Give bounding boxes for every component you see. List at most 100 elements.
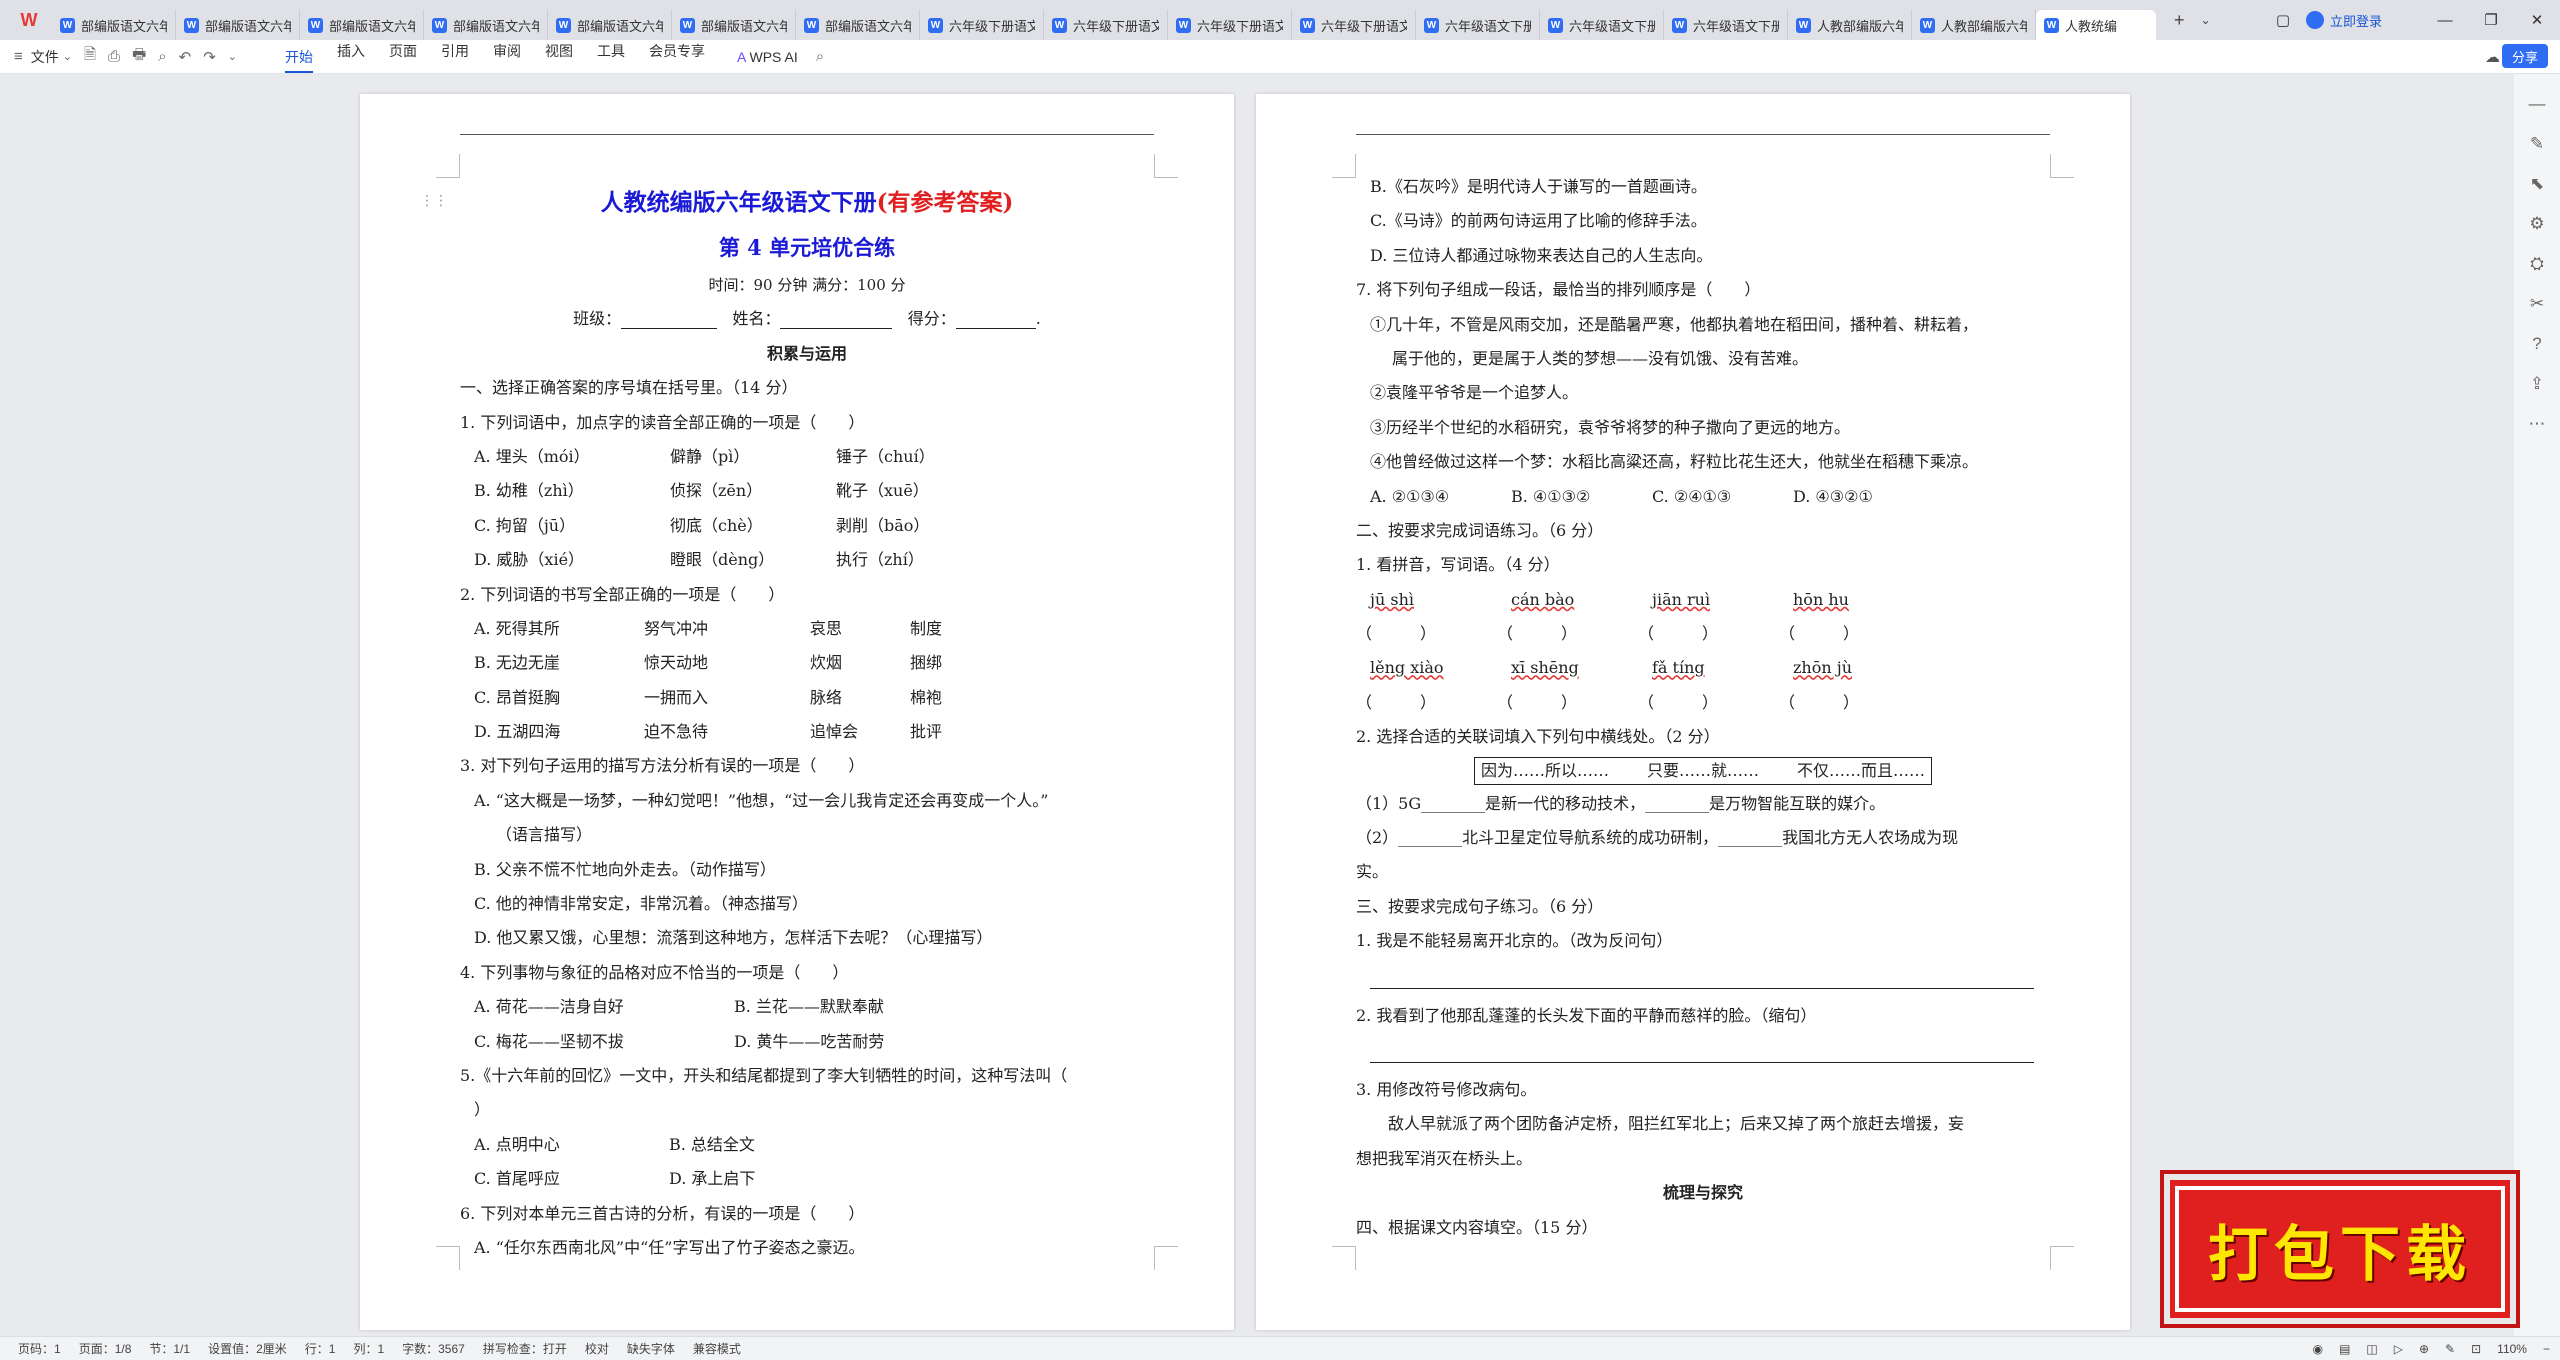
cloud-icon[interactable]: ☁ [2485, 48, 2500, 66]
document-tab[interactable]: W 六年级语文下册 [1540, 10, 1664, 40]
document-tab[interactable]: W 部编版语文六年 [300, 10, 424, 40]
doc-icon: W [2044, 17, 2059, 33]
settings-icon[interactable]: ⚙ [2529, 214, 2544, 234]
ribbon-tab[interactable]: 审阅 [493, 41, 521, 73]
edit-icon[interactable]: ✎ [2445, 1342, 2455, 1356]
play-icon[interactable]: ▷ [2394, 1342, 2403, 1356]
document-tab[interactable]: W 人教部编版六年 [1912, 10, 2036, 40]
status-spell-check[interactable]: 拼写检查：打开 [483, 1340, 567, 1357]
document-tab[interactable]: W 部编版语文六年 [672, 10, 796, 40]
q1-option: 僻静（pì） [670, 446, 750, 466]
minimize-icon[interactable]: — [2422, 12, 2468, 29]
zoom-level[interactable]: 110% [2497, 1342, 2527, 1356]
new-tab-icon[interactable]: + [2174, 10, 2185, 31]
answer-blank[interactable]: （ ） [1356, 686, 1497, 720]
student-info: 班级： 姓名： 得分：. [573, 309, 1041, 329]
restore-icon[interactable]: ❐ [2468, 11, 2514, 29]
question-1: 1. 下列词语中，加点字的读音全部正确的一项是（ ） [460, 412, 865, 432]
wps-ai-button[interactable]: A WPS AI [737, 49, 798, 65]
login-button[interactable]: 立即登录 [2305, 11, 2382, 30]
document-tab[interactable]: W 六年级下册语文 [920, 10, 1044, 40]
status-proof[interactable]: 校对 [585, 1340, 609, 1357]
document-tab[interactable]: W 六年级语文下册 [1664, 10, 1788, 40]
tile-icon[interactable]: ▢ [2260, 11, 2306, 29]
redo-icon[interactable]: ↷ [203, 48, 216, 66]
login-label: 立即登录 [2329, 13, 2382, 29]
ribbon-tab[interactable]: 会员专享 [649, 41, 705, 73]
print-icon[interactable]: 🖶 [132, 44, 146, 69]
wps-logo-icon[interactable]: W [16, 7, 42, 33]
chevron-down-icon[interactable]: ⌄ [2201, 13, 2211, 27]
status-right: ◉ ▤ ◫ ▷ ⊕ ✎ ⊡ 110% − [2297, 1342, 2550, 1356]
chevron-down-icon[interactable]: ⌄ [63, 50, 72, 63]
ribbon-tab[interactable]: 引用 [441, 41, 469, 73]
undo-icon[interactable]: ↶ [179, 48, 192, 66]
answer-line[interactable] [1370, 1033, 2034, 1063]
document-tab-label: 六年级下册语文 [1197, 18, 1283, 34]
document-tab[interactable]: W 六年级下册语文 [1292, 10, 1416, 40]
minimize-panel-icon[interactable]: — [2529, 94, 2546, 114]
status-word-count[interactable]: 字数：3567 [402, 1340, 465, 1357]
q7-option: B. ④①③② [1511, 486, 1591, 506]
document-tab[interactable]: W 部编版语文六年 [176, 10, 300, 40]
ribbon-tab[interactable]: 开始 [285, 47, 314, 73]
download-badge[interactable]: 打包下载 [2160, 1170, 2520, 1328]
menu-icon[interactable]: ≡ [14, 48, 23, 65]
status-pages[interactable]: 页面：1/8 [79, 1340, 132, 1357]
ribbon-tab[interactable]: 视图 [545, 41, 573, 73]
eye-icon[interactable]: ◉ [2313, 1342, 2323, 1356]
ribbon-tab[interactable]: 插入 [337, 41, 365, 73]
document-tab[interactable]: W 部编版语文六年 [424, 10, 548, 40]
globe-icon[interactable]: ⊕ [2419, 1342, 2429, 1356]
page-view-icon[interactable]: ▤ [2339, 1342, 2350, 1356]
save-icon[interactable]: 🗎 [84, 44, 96, 69]
drag-handle-icon[interactable]: ⋮⋮ [420, 192, 448, 209]
share-button[interactable]: 分享 [2501, 44, 2548, 68]
select-icon[interactable]: ⬉ [2530, 174, 2544, 194]
right-tools: ☁ [2467, 48, 2500, 66]
close-icon[interactable]: ✕ [2514, 11, 2560, 29]
q3-option-b: B. 父亲不慌不忙地向外走去。（动作描写） [474, 859, 776, 879]
chevron-down-icon[interactable]: ⌄ [228, 50, 237, 63]
print-preview-icon[interactable]: ⌕ [158, 48, 166, 65]
q2-option: 哀思 [810, 618, 843, 638]
document-tab[interactable]: W 六年级语文下册 [1416, 10, 1540, 40]
answer-blank[interactable]: （ ） [1638, 617, 1779, 651]
document-tab[interactable]: W 六年级下册语文 [1044, 10, 1168, 40]
file-menu[interactable]: 文件 [31, 47, 59, 67]
answer-blank[interactable]: （ ） [1638, 686, 1779, 720]
format-icon[interactable]: ⛭ [2530, 254, 2544, 274]
search-icon[interactable]: ⌕ [816, 48, 824, 65]
pinyin-item: zhōn jù [1793, 658, 1853, 678]
document-tab[interactable]: W 部编版语文六年 [796, 10, 920, 40]
document-tab[interactable]: W 人教部编版六年 [1788, 10, 1912, 40]
export-pdf-icon[interactable]: ⎙ [108, 48, 120, 65]
q2-option: 批评 [910, 722, 943, 742]
answer-blank[interactable]: （ ） [1497, 617, 1638, 651]
status-missing-font[interactable]: 缺失字体 [627, 1340, 675, 1357]
ribbon-tab[interactable]: 工具 [597, 41, 625, 73]
share-doc-icon[interactable]: ⇪ [2530, 374, 2544, 394]
answer-blank[interactable]: （ ） [1497, 686, 1638, 720]
document-tab[interactable]: W 人教统编 [2036, 10, 2156, 40]
answer-blank[interactable]: （ ） [1779, 686, 1920, 720]
document-tab[interactable]: W 部编版语文六年 [52, 10, 176, 40]
fit-icon[interactable]: ⊡ [2471, 1342, 2481, 1356]
ribbon-tab[interactable]: 页面 [389, 41, 417, 73]
zoom-out-icon[interactable]: − [2543, 1342, 2550, 1356]
answer-blank[interactable]: （ ） [1779, 617, 1920, 651]
q3-option-d: D. 他又累又饿，心里想：流落到这种地方，怎样活下去呢？（心理描写） [474, 928, 993, 948]
pen-icon[interactable]: ✎ [2530, 134, 2544, 154]
answer-blank[interactable]: （ ） [1356, 617, 1497, 651]
help-icon[interactable]: ? [2532, 334, 2541, 354]
document-tab-label: 六年级下册语文 [1321, 18, 1407, 34]
header-rule [1356, 134, 2050, 135]
tools-icon[interactable]: ✂ [2530, 294, 2544, 314]
q7-option: A. ②①③④ [1370, 486, 1450, 506]
web-view-icon[interactable]: ◫ [2366, 1342, 2377, 1356]
margin-corner [1154, 1246, 1178, 1270]
answer-line[interactable] [1370, 959, 2034, 989]
document-tab[interactable]: W 部编版语文六年 [548, 10, 672, 40]
document-tab[interactable]: W 六年级下册语文 [1168, 10, 1292, 40]
more-icon[interactable]: ⋯ [2529, 414, 2546, 434]
